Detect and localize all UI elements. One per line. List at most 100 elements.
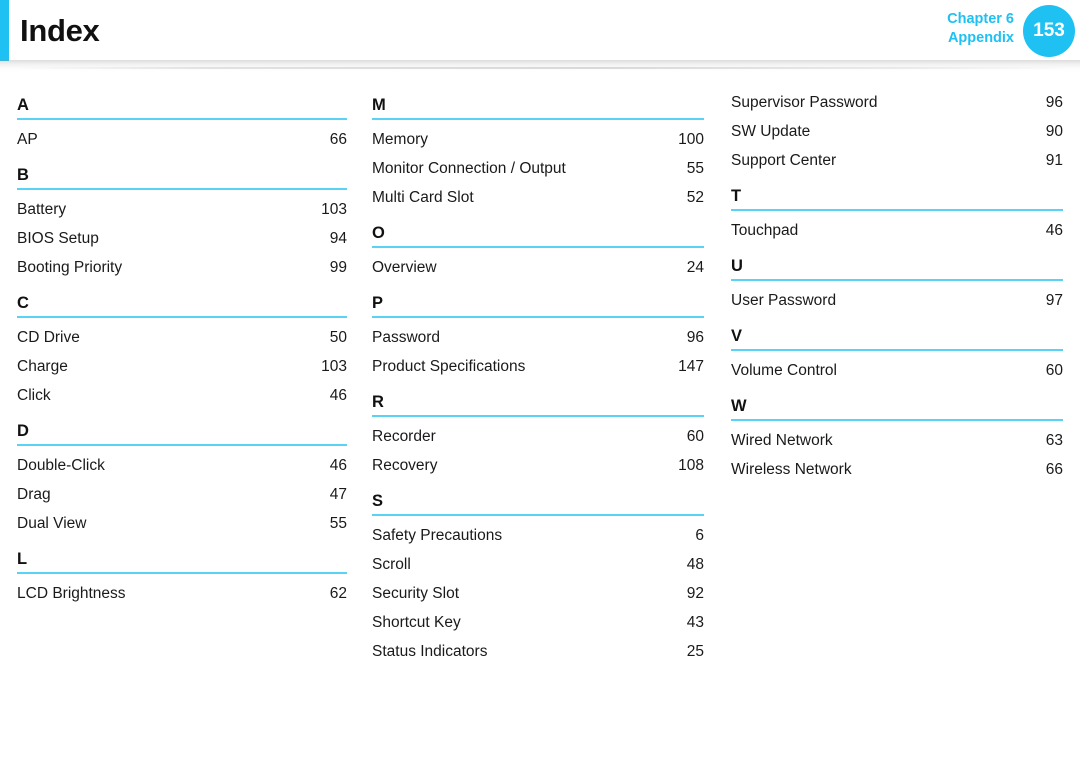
- letter-heading: S: [372, 492, 384, 510]
- index-entry[interactable]: Recovery 108: [372, 451, 704, 480]
- header-shadow: [0, 60, 1080, 72]
- index-entry-page-number: 43: [686, 614, 704, 631]
- index-entry-label: Multi Card Slot: [372, 189, 474, 206]
- index-entry-page-number: 103: [321, 201, 347, 218]
- index-entry-page-number: 60: [1045, 362, 1063, 379]
- index-entry[interactable]: Drag 47: [17, 480, 347, 509]
- letter-heading: M: [372, 96, 386, 114]
- index-entry-page-number: 66: [329, 131, 347, 148]
- letter-rule: [372, 415, 704, 417]
- letter-rule: [17, 188, 347, 190]
- index-entry[interactable]: Password 96: [372, 323, 704, 352]
- letter-heading: A: [17, 96, 29, 114]
- letter-section-l: L LCD Brightness 62: [17, 538, 347, 608]
- index-entry-page-number: 50: [329, 329, 347, 346]
- index-entry-page-number: 108: [678, 457, 704, 474]
- page-number-badge: 153: [1023, 5, 1075, 57]
- header-divider: [15, 67, 1070, 69]
- index-entry-page-number: 24: [686, 259, 704, 276]
- letter-section-m: M Memory 100 Monitor Connection / Output 55 M…: [372, 84, 704, 212]
- index-entry-page-number: 96: [686, 329, 704, 346]
- index-entry-page-number: 6: [695, 527, 704, 544]
- letter-section-t: T Touchpad 46: [731, 175, 1063, 245]
- index-entry[interactable]: Click 46: [17, 381, 347, 410]
- index-entry[interactable]: Wireless Network 66: [731, 455, 1063, 484]
- letter-rule: [17, 572, 347, 574]
- letter-heading: U: [731, 257, 743, 275]
- index-entry-label: Recovery: [372, 457, 438, 474]
- index-entry-page-number: 97: [1045, 292, 1063, 309]
- index-entry[interactable]: Monitor Connection / Output 55: [372, 154, 704, 183]
- letter-heading: D: [17, 422, 29, 440]
- index-entry-label: Drag: [17, 486, 51, 503]
- letter-rule: [372, 514, 704, 516]
- index-entry[interactable]: Double-Click 46: [17, 451, 347, 480]
- letter-section-s: S Safety Precautions 6 Scroll 48 Security Slo…: [372, 480, 704, 666]
- index-entry[interactable]: Volume Control 60: [731, 356, 1063, 385]
- index-entry[interactable]: Scroll 48: [372, 550, 704, 579]
- index-entry[interactable]: Booting Priority 99: [17, 253, 347, 282]
- index-entry[interactable]: LCD Brightness 62: [17, 579, 347, 608]
- index-entry-page-number: 52: [686, 189, 704, 206]
- index-entry[interactable]: Shortcut Key 43: [372, 608, 704, 637]
- index-entry-page-number: 63: [1045, 432, 1063, 449]
- index-entry[interactable]: Memory 100: [372, 125, 704, 154]
- index-entry-label: BIOS Setup: [17, 230, 99, 247]
- letter-rule: [731, 209, 1063, 211]
- index-entry[interactable]: AP 66: [17, 125, 347, 154]
- index-entry[interactable]: Safety Precautions 6: [372, 521, 704, 550]
- index-entry-page-number: 91: [1045, 152, 1063, 169]
- letter-heading: W: [731, 397, 747, 415]
- index-entry-page-number: 62: [329, 585, 347, 602]
- index-entry-label: Recorder: [372, 428, 436, 445]
- index-entry-page-number: 46: [329, 457, 347, 474]
- index-entry-label: Status Indicators: [372, 643, 488, 660]
- index-entry[interactable]: Security Slot 92: [372, 579, 704, 608]
- index-entry-page-number: 103: [321, 358, 347, 375]
- index-entry[interactable]: Status Indicators 25: [372, 637, 704, 666]
- index-entry-label: Charge: [17, 358, 68, 375]
- index-entry[interactable]: Dual View 55: [17, 509, 347, 538]
- letter-heading: C: [17, 294, 29, 312]
- letter-heading: B: [17, 166, 29, 184]
- index-entry[interactable]: Charge 103: [17, 352, 347, 381]
- index-entry-page-number: 48: [686, 556, 704, 573]
- index-entry-page-number: 55: [686, 160, 704, 177]
- letter-rule: [372, 316, 704, 318]
- index-entry-label: Safety Precautions: [372, 527, 503, 544]
- index-entry[interactable]: Wired Network 63: [731, 426, 1063, 455]
- index-entry[interactable]: SW Update 90: [731, 117, 1063, 146]
- index-entry[interactable]: Support Center 91: [731, 146, 1063, 175]
- letter-section-p: P Password 96 Product Specifications 147: [372, 282, 704, 381]
- letter-heading: O: [372, 224, 385, 242]
- index-entry-label: Booting Priority: [17, 259, 123, 276]
- index-entry[interactable]: Recorder 60: [372, 422, 704, 451]
- index-entry[interactable]: Multi Card Slot 52: [372, 183, 704, 212]
- index-entry-label: Scroll: [372, 556, 411, 573]
- index-entry[interactable]: CD Drive 50: [17, 323, 347, 352]
- letter-rule: [17, 316, 347, 318]
- letter-section-a: A AP 66: [17, 84, 347, 154]
- index-entry-label: Battery: [17, 201, 67, 218]
- letter-section-c: C CD Drive 50 Charge 103 Click 46: [17, 282, 347, 410]
- index-entry-label: Volume Control: [731, 362, 837, 379]
- index-entry-label: User Password: [731, 292, 837, 309]
- letter-section-d: D Double-Click 46 Drag 47 Dual View 55: [17, 410, 347, 538]
- index-entry-page-number: 46: [1045, 222, 1063, 239]
- index-entry[interactable]: Supervisor Password 96: [731, 88, 1063, 117]
- letter-heading: V: [731, 327, 743, 345]
- index-entry[interactable]: Overview 24: [372, 253, 704, 282]
- index-entry[interactable]: BIOS Setup 94: [17, 224, 347, 253]
- index-column-2: M Memory 100 Monitor Connection / Output 55 M…: [372, 84, 704, 666]
- index-column-3: Supervisor Password 96 SW Update 90 Support …: [731, 84, 1063, 484]
- chapter-name-label: Appendix: [947, 30, 1014, 46]
- index-entry[interactable]: Battery 103: [17, 195, 347, 224]
- index-entry-page-number: 46: [329, 387, 347, 404]
- index-entry[interactable]: User Password 97: [731, 286, 1063, 315]
- index-entry[interactable]: Product Specifications 147: [372, 352, 704, 381]
- index-entry[interactable]: Touchpad 46: [731, 216, 1063, 245]
- index-column-1: A AP 66 B Battery 103 BIOS Setup 94 Booting Prio…: [17, 84, 347, 608]
- letter-heading: P: [372, 294, 384, 312]
- letter-rule: [372, 246, 704, 248]
- index-entry-label: Wireless Network: [731, 461, 852, 478]
